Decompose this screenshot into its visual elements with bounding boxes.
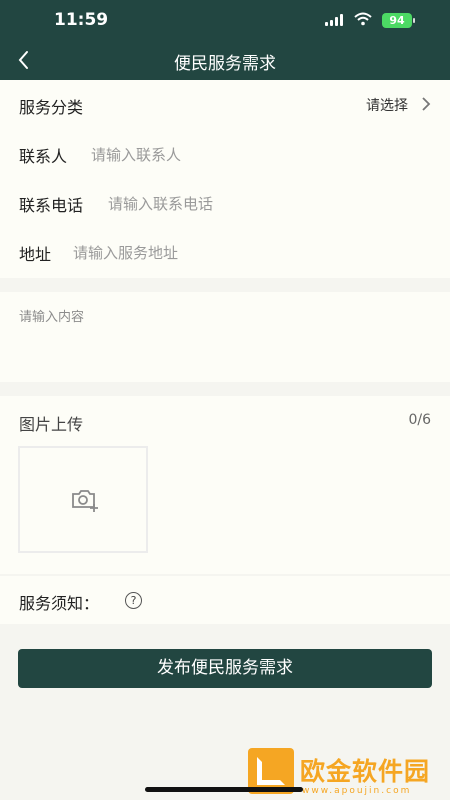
phone-input[interactable]: 请输入联系电话 [108, 193, 213, 214]
header: 11:59 94 便民服务需求 [0, 0, 450, 80]
phone-row: 联系电话 请输入联系电话 [0, 178, 450, 227]
contact-label: 联系人 [19, 147, 68, 166]
page-title: 便民服务需求 [174, 54, 276, 74]
watermark-url: www.apoujin.com [302, 786, 412, 796]
content-placeholder: 请输入内容 [19, 310, 85, 325]
address-label: 地址 [19, 245, 52, 264]
chevron-right-icon [422, 97, 431, 111]
home-indicator [145, 787, 303, 792]
upload-label: 图片上传 [19, 415, 84, 434]
wifi-icon [354, 12, 372, 26]
navbar: 便民服务需求 [0, 42, 450, 80]
status-time: 11:59 [54, 10, 109, 30]
notice-label: 服务须知： [19, 594, 100, 613]
camera-add-icon [72, 490, 98, 512]
battery-icon: 94 [382, 13, 412, 28]
phone-label: 联系电话 [19, 196, 84, 215]
submit-button[interactable]: 发布便民服务需求 [18, 649, 432, 688]
status-bar: 11:59 94 [0, 0, 450, 42]
address-input[interactable]: 请输入服务地址 [73, 242, 178, 263]
contact-row: 联系人 请输入联系人 [0, 129, 450, 178]
add-image-button[interactable] [18, 446, 148, 553]
info-card: 服务分类 请选择 联系人 请输入联系人 联系电话 请输入联系电话 地址 请输入服… [0, 80, 450, 278]
watermark-logo: 欧金软件园 www.apoujin.com [248, 748, 448, 800]
address-row: 地址 请输入服务地址 [0, 227, 450, 276]
battery-cap [413, 18, 415, 23]
help-icon[interactable]: ? [125, 592, 142, 609]
category-row[interactable]: 服务分类 请选择 [0, 80, 450, 129]
contact-input[interactable]: 请输入联系人 [91, 144, 181, 165]
category-select[interactable]: 请选择 [366, 95, 408, 115]
signal-icon [325, 14, 345, 26]
battery-level: 94 [389, 14, 405, 27]
watermark-name: 欧金软件园 [300, 757, 431, 786]
category-label: 服务分类 [19, 98, 84, 117]
upload-count: 0/6 [408, 412, 431, 428]
